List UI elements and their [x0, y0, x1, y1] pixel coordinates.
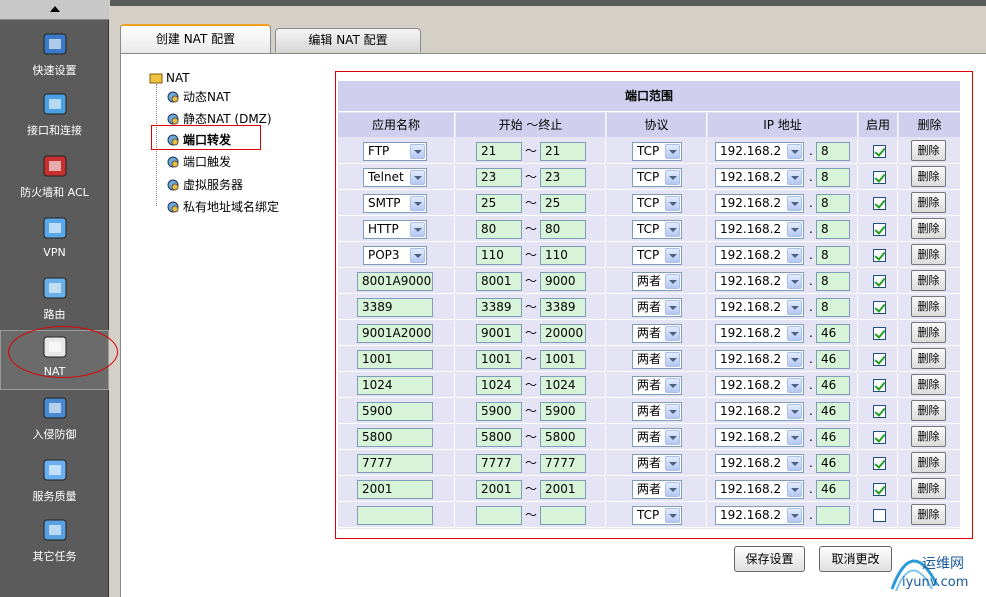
sidebar-item-label: 入侵防御	[32, 428, 77, 441]
sidebar-item-qos[interactable]: 服务质量	[0, 454, 109, 514]
sidebar-item-label: 防火墙和 ACL	[20, 186, 89, 199]
quick-setup-icon	[43, 33, 66, 55]
top-strip	[110, 0, 986, 6]
sidebar-item-interface-connection[interactable]: 接口和连接	[0, 88, 109, 148]
sidebar-scroll-up[interactable]	[0, 0, 109, 20]
tree-root-label: NAT	[166, 71, 190, 85]
nat-node-icon	[167, 91, 179, 102]
vpn-icon	[43, 217, 66, 239]
qos-icon	[43, 459, 66, 481]
sidebar-item-intrusion-prevention[interactable]: 入侵防御	[0, 392, 109, 452]
nat-node-icon	[167, 156, 179, 167]
nat-highlight-circle	[8, 326, 118, 378]
sidebar-item-label: VPN	[43, 246, 66, 259]
tree-item-label: 动态NAT	[183, 90, 231, 104]
sidebar-item-label: 其它任务	[32, 550, 77, 563]
firewall-icon	[43, 155, 66, 177]
tree-item-label: 虚拟服务器	[183, 178, 244, 192]
tree-item-label: 端口触发	[183, 155, 232, 169]
nat-node-icon	[167, 201, 179, 212]
sidebar-item-other-tasks[interactable]: 其它任务	[0, 514, 109, 574]
folder-icon	[149, 73, 163, 84]
sidebar-item-firewall[interactable]: 防火墙和 ACL	[0, 150, 109, 210]
nat-node-icon	[167, 113, 179, 124]
sidebar-item-vpn[interactable]: VPN	[0, 212, 109, 272]
tree-item-0[interactable]: 动态NAT	[166, 88, 231, 105]
port-forward-highlight-box	[151, 125, 261, 150]
tree-item-4[interactable]: 虚拟服务器	[166, 176, 243, 193]
sidebar-item-routing[interactable]: 路由	[0, 272, 109, 332]
table-highlight-box	[335, 71, 973, 539]
tree-item-5[interactable]: 私有地址域名绑定	[166, 198, 279, 215]
other-tasks-icon	[43, 519, 66, 541]
tab-create-nat[interactable]: 创建 NAT 配置	[120, 24, 271, 54]
sidebar-item-quick-setup[interactable]: 快速设置	[0, 28, 109, 88]
save-settings-button[interactable]: 保存设置	[734, 546, 805, 572]
tree-item-label: 私有地址域名绑定	[183, 200, 280, 214]
watermark-text-url: iyunv.com	[902, 575, 969, 590]
up-arrow-icon	[50, 6, 60, 12]
routing-icon	[43, 277, 66, 299]
watermark-text-cn: 运维网	[922, 556, 964, 572]
interface-connection-icon	[43, 93, 66, 115]
nat-node-icon	[167, 179, 179, 190]
site-watermark: 运维网 iyunv.com	[880, 545, 986, 597]
sidebar-item-label: 路由	[43, 308, 66, 321]
tree-item-3[interactable]: 端口触发	[166, 153, 231, 170]
sidebar-item-label: 服务质量	[32, 490, 77, 503]
intrusion-prevention-icon	[43, 397, 66, 419]
sidebar-item-label: 接口和连接	[27, 124, 82, 137]
tab-edit-nat[interactable]: 编辑 NAT 配置	[275, 28, 421, 52]
sidebar-item-label: 快速设置	[32, 64, 77, 77]
tree-root-nat[interactable]: NAT	[149, 71, 190, 85]
